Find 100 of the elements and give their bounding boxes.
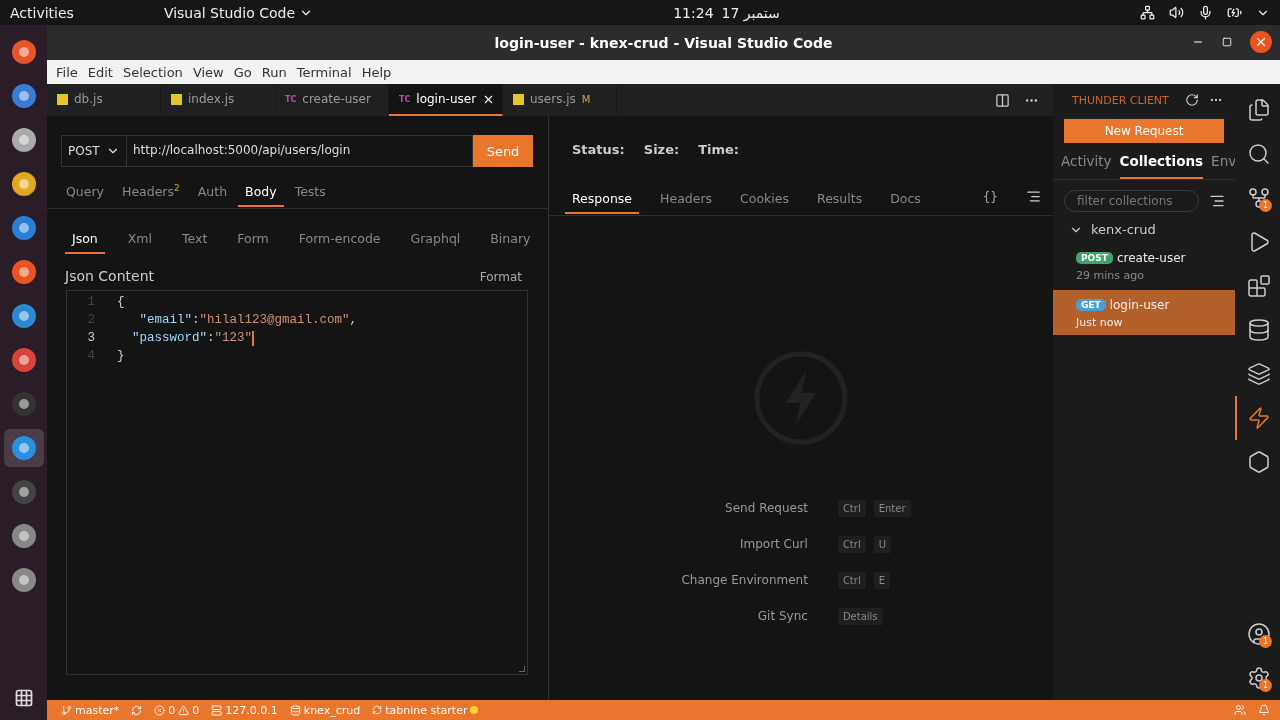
request-tab[interactable]: Query — [59, 176, 111, 207]
volume-icon[interactable] — [1169, 5, 1184, 20]
request-item[interactable]: GET login-user Just now — [1053, 290, 1235, 335]
tab-label: db.js — [74, 92, 103, 106]
sidebar-tab[interactable]: Env — [1211, 151, 1235, 179]
activity-button[interactable]: 1 — [1235, 612, 1280, 656]
js-file-icon — [513, 93, 524, 105]
app-icon[interactable] — [10, 347, 37, 373]
body-type-tab[interactable]: Form-encode — [291, 223, 388, 254]
app-icon[interactable] — [10, 391, 37, 417]
app-menu[interactable]: Visual Studio Code — [163, 4, 313, 21]
line-number: 3 — [86, 331, 96, 345]
js-file-icon — [57, 93, 68, 105]
app-icon[interactable] — [10, 523, 37, 549]
response-tab[interactable]: Headers — [653, 183, 720, 214]
app-icon[interactable] — [10, 83, 37, 109]
menu-item[interactable]: File — [52, 64, 82, 80]
app-icon[interactable] — [10, 303, 37, 329]
body-type-tab[interactable]: Text — [175, 223, 215, 254]
activity-button[interactable]: 1 — [1235, 176, 1280, 220]
dock-item[interactable] — [3, 429, 44, 467]
database-label[interactable]: knex_crud — [303, 703, 361, 717]
microphone-icon[interactable] — [1198, 5, 1213, 20]
activity-button[interactable]: 1 — [1235, 656, 1280, 700]
request-tab[interactable]: Auth — [190, 176, 235, 207]
editor-tab[interactable]: TC login-user — [389, 84, 503, 116]
request-tab[interactable]: Tests — [287, 176, 333, 207]
request-item[interactable]: POST create-user 29 mins ago — [1053, 247, 1235, 286]
response-tab[interactable]: Results — [810, 183, 870, 214]
format-link[interactable]: Format — [479, 270, 522, 284]
body-type-tab[interactable]: Form — [230, 223, 276, 254]
network-icon[interactable] — [1140, 5, 1155, 20]
sidebar-tab[interactable]: Activity — [1061, 151, 1112, 179]
split-editor-icon[interactable] — [995, 92, 1010, 108]
menu-item[interactable]: View — [188, 64, 228, 80]
search-icon — [1246, 142, 1271, 166]
account-icon — [1246, 622, 1271, 646]
menu-item[interactable]: Go — [229, 64, 256, 80]
body-type-tab[interactable]: Graphql — [403, 223, 468, 254]
sort-icon[interactable] — [1209, 193, 1225, 209]
clock-time[interactable]: 11:24 — [673, 4, 714, 21]
collection-row[interactable]: kenx-crud — [1053, 212, 1235, 237]
app-icon[interactable] — [10, 567, 37, 593]
menu-item[interactable]: Edit — [83, 64, 117, 80]
filter-field[interactable]: filter collections — [1064, 190, 1199, 212]
error-count[interactable]: 0 — [168, 703, 176, 717]
menu-item[interactable]: Run — [257, 64, 291, 80]
sidebar-tab[interactable]: Collections — [1119, 151, 1204, 179]
body-type-tab[interactable]: Binary — [483, 223, 538, 254]
response-tab[interactable]: Cookies — [733, 183, 797, 214]
new-request-button[interactable]: New Request — [1064, 119, 1224, 143]
activities-button[interactable]: Activities — [10, 4, 74, 21]
maximize-icon[interactable] — [1222, 37, 1232, 47]
close-button[interactable] — [1250, 31, 1272, 53]
app-icon[interactable] — [10, 171, 37, 197]
branch-name[interactable]: master* — [75, 703, 120, 717]
send-button[interactable]: Send — [473, 135, 533, 167]
app-icon[interactable] — [10, 127, 37, 153]
request-name: login-user — [1109, 298, 1170, 312]
clock-date[interactable]: ستمبر 17 — [721, 4, 780, 21]
shortcut-label: Send Request — [724, 500, 808, 517]
cycle-icon — [372, 705, 383, 715]
sync-icon[interactable] — [131, 704, 143, 716]
app-icon[interactable] — [10, 39, 37, 65]
app-icon[interactable] — [10, 435, 37, 461]
app-icon[interactable] — [10, 479, 37, 505]
url-field[interactable]: http://localhost:5000/api/users/login — [127, 135, 473, 167]
app-icon[interactable] — [10, 259, 37, 285]
menu-icon[interactable] — [1026, 189, 1041, 204]
count-badge: 1 — [1259, 199, 1272, 212]
files-icon — [1246, 98, 1271, 122]
host-label[interactable]: 127.0.0.1 — [225, 703, 278, 717]
request-tab[interactable]: Headers$^{2}$ — [115, 175, 187, 208]
menu-item[interactable]: Selection — [118, 64, 187, 80]
menu-item[interactable]: Help — [357, 64, 396, 80]
battery-icon[interactable] — [1227, 5, 1242, 20]
refresh-icon[interactable] — [1185, 93, 1199, 107]
key-cap: Ctrl — [837, 499, 866, 517]
notifications-icon[interactable] — [1258, 704, 1270, 716]
body-type-tab[interactable]: Json — [65, 223, 105, 254]
response-tab[interactable]: Docs — [883, 183, 928, 214]
request-tab[interactable]: Body — [238, 176, 284, 207]
code-line: "email":"hilal123@gmail.com", — [138, 313, 358, 327]
file-type-label: TC — [285, 94, 297, 104]
key-cap: Ctrl — [837, 571, 866, 589]
body-type-tab[interactable]: Xml — [120, 223, 159, 254]
response-tab[interactable]: Response — [565, 183, 640, 214]
live-share-icon[interactable] — [1234, 704, 1246, 716]
warning-count[interactable]: 0 — [192, 703, 200, 717]
menu-item[interactable]: Terminal — [292, 64, 356, 80]
database-icon — [1246, 318, 1271, 342]
method-select[interactable]: POST — [61, 135, 127, 167]
app-icon[interactable] — [10, 215, 37, 241]
app-grid-icon[interactable] — [13, 688, 34, 708]
shortcut-label: Git Sync — [756, 608, 808, 625]
key-cap: Details — [837, 607, 883, 625]
braces-button[interactable]: {} — [982, 189, 998, 204]
tabnine-label[interactable]: tabnine starter — [385, 703, 468, 717]
close-icon — [1254, 35, 1268, 49]
code-line: "password":"123" — [131, 330, 255, 346]
